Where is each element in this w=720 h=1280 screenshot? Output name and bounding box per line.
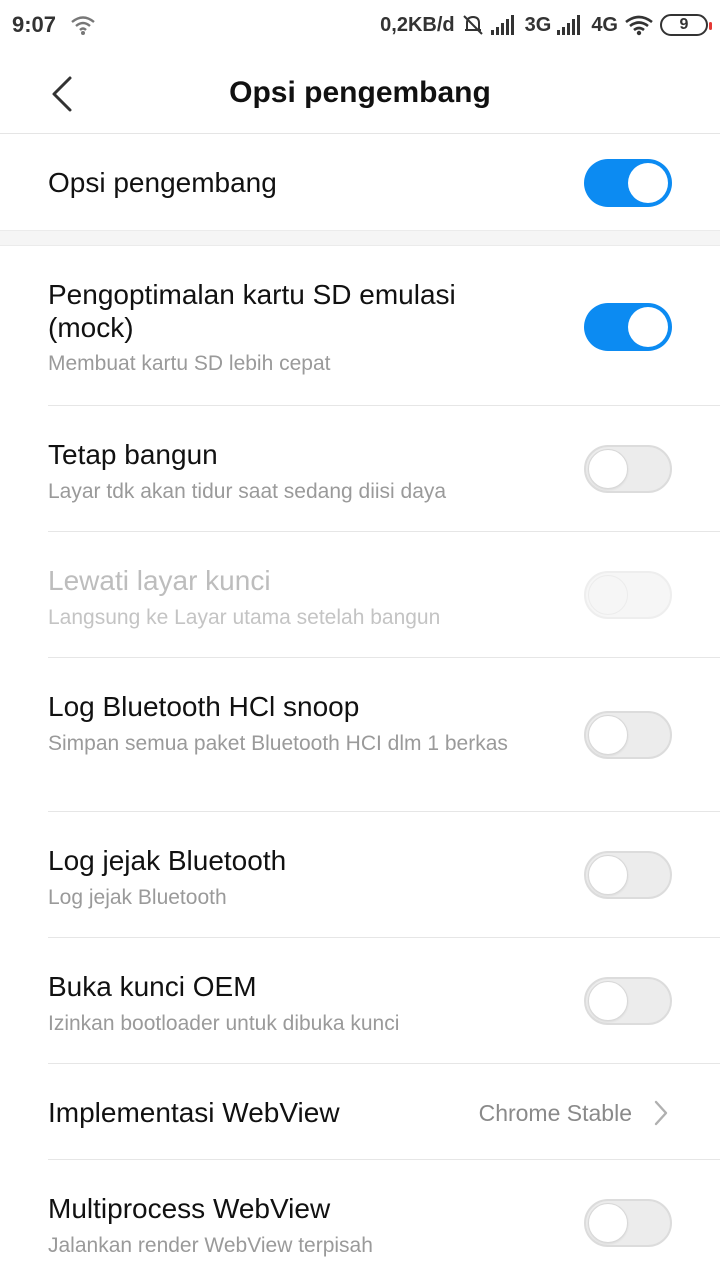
setting-row-multiprocess-webview[interactable]: Multiprocess WebView Jalankan render Web… — [0, 1160, 720, 1280]
setting-title: Buka kunci OEM — [48, 971, 257, 1002]
setting-row-bt-hci-snoop[interactable]: Log Bluetooth HCl snoop Simpan semua pak… — [0, 658, 720, 812]
net-speed: 0,2KB/d — [380, 13, 455, 36]
battery-level: 9 — [679, 16, 689, 33]
wifi-icon — [625, 15, 653, 36]
sim1-type: 3G — [524, 13, 552, 36]
setting-title: Implementasi WebView — [48, 1097, 340, 1128]
toggle-switch[interactable] — [584, 977, 672, 1025]
developer-options-master-row[interactable]: Opsi pengembang — [0, 135, 720, 231]
toggle-switch[interactable] — [584, 711, 672, 759]
setting-row-oem-unlock[interactable]: Buka kunci OEM Izinkan bootloader untuk … — [0, 938, 720, 1064]
toggle-switch[interactable] — [584, 1199, 672, 1247]
setting-subtitle: Izinkan bootloader untuk dibuka kunci — [48, 1012, 400, 1035]
setting-title: Lewati layar kunci — [48, 565, 271, 596]
chevron-right-icon — [654, 1100, 668, 1126]
battery-indicator: 9 — [660, 14, 712, 36]
setting-title: Tetap bangun — [48, 439, 218, 470]
section-divider — [0, 230, 720, 246]
settings-list: Pengoptimalan kartu SD emulasi (mock) Me… — [0, 246, 720, 1280]
setting-subtitle: Langsung ke Layar utama setelah bangun — [48, 606, 441, 629]
app-header: Opsi pengembang — [0, 52, 720, 134]
status-bar: 9:07 0,2KB/d 3G 4G 9 — [0, 0, 720, 52]
setting-row-sd-optimization[interactable]: Pengoptimalan kartu SD emulasi (mock) Me… — [0, 246, 720, 406]
page-title: Opsi pengembang — [229, 76, 491, 109]
status-time: 9:07 — [12, 12, 57, 37]
setting-subtitle: Membuat kartu SD lebih cepat — [48, 352, 331, 375]
toggle-switch[interactable] — [584, 851, 672, 899]
setting-subtitle: Layar tdk akan tidur saat sedang diisi d… — [48, 480, 447, 503]
toggle-knob — [588, 855, 628, 895]
setting-row-skip-lock-screen: Lewati layar kunci Langsung ke Layar uta… — [0, 532, 720, 658]
setting-subtitle: Log jejak Bluetooth — [48, 886, 227, 909]
status-right-group: 0,2KB/d 3G 4G 9 — [380, 10, 712, 40]
toggle-knob — [628, 307, 668, 347]
toggle-switch[interactable] — [584, 445, 672, 493]
toggle-switch — [584, 571, 672, 619]
setting-value: Chrome Stable — [478, 1100, 632, 1126]
toggle-switch[interactable] — [584, 303, 672, 351]
sim2-type: 4G — [591, 13, 618, 36]
setting-row-webview-impl[interactable]: Implementasi WebView Chrome Stable — [0, 1064, 720, 1160]
wifi-icon — [71, 16, 95, 35]
master-toggle[interactable] — [584, 159, 672, 207]
setting-title: Multiprocess WebView — [48, 1193, 331, 1224]
master-toggle-label: Opsi pengembang — [48, 167, 277, 198]
setting-subtitle: Jalankan render WebView terpisah — [48, 1234, 373, 1257]
setting-title: Log jejak Bluetooth — [48, 845, 287, 876]
toggle-knob — [628, 163, 668, 203]
setting-row-bt-trace-log[interactable]: Log jejak Bluetooth Log jejak Bluetooth — [0, 812, 720, 938]
toggle-knob — [588, 1203, 628, 1243]
signal-icon — [490, 15, 514, 35]
signal-icon — [557, 15, 581, 35]
toggle-knob — [588, 715, 628, 755]
setting-title: Pengoptimalan kartu SD emulasi (mock) — [48, 279, 456, 343]
setting-subtitle: Simpan semua paket Bluetooth HCI dlm 1 b… — [48, 732, 508, 755]
setting-title: Log Bluetooth HCl snoop — [48, 691, 360, 722]
toggle-knob — [588, 981, 628, 1021]
mute-bell-icon — [462, 15, 483, 35]
toggle-knob — [588, 575, 628, 615]
setting-row-stay-awake[interactable]: Tetap bangun Layar tdk akan tidur saat s… — [0, 406, 720, 532]
toggle-knob — [588, 449, 628, 489]
